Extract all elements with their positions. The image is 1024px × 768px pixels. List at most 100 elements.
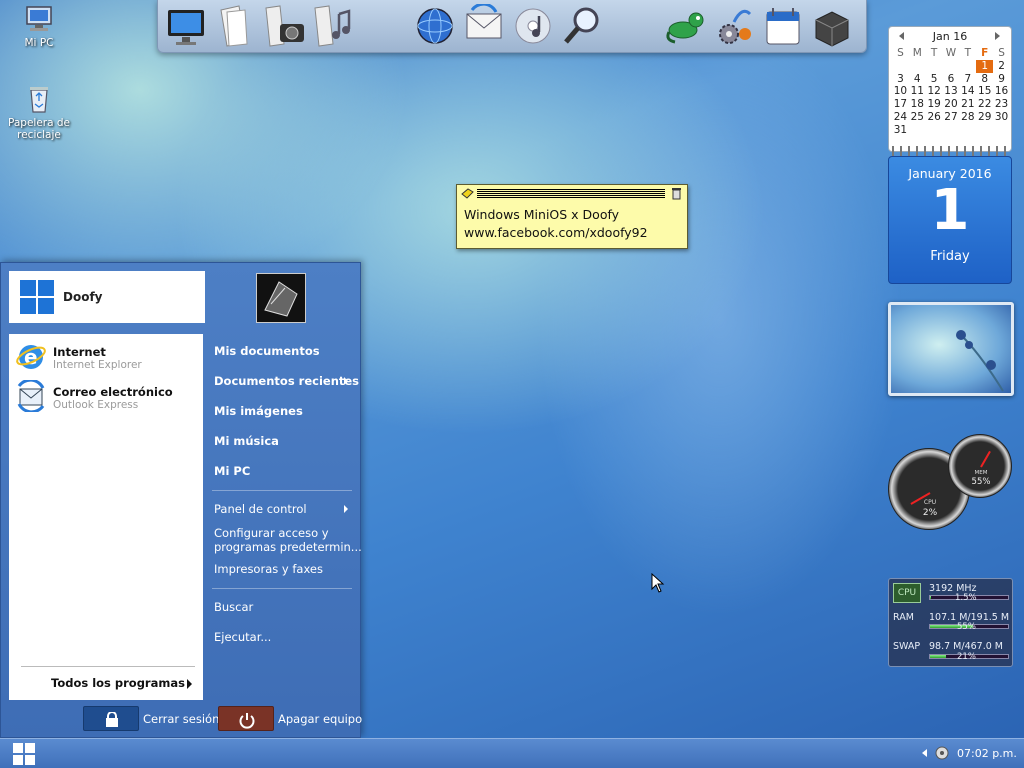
- calendar-day[interactable]: 2: [993, 60, 1010, 73]
- globe-icon[interactable]: [413, 4, 457, 48]
- calendar-day[interactable]: 4: [909, 73, 926, 86]
- calendar-day[interactable]: 5: [926, 73, 943, 86]
- pinned-item-email[interactable]: Correo electrónico Outlook Express: [9, 376, 203, 416]
- box-icon[interactable]: [810, 4, 854, 48]
- all-programs-label[interactable]: Todos los programas: [51, 676, 185, 690]
- chevron-right-icon[interactable]: [187, 679, 192, 689]
- calendar-day[interactable]: 31: [892, 124, 909, 137]
- camera-icon[interactable]: [262, 4, 306, 48]
- calendar-day-header: M: [912, 47, 922, 59]
- sticky-line: www.facebook.com/xdoofy92: [464, 225, 648, 240]
- calendar-day: [892, 60, 909, 73]
- menu-item-run[interactable]: Ejecutar...: [214, 630, 271, 644]
- calendar-day[interactable]: 17: [892, 98, 909, 111]
- calendar-day[interactable]: 10: [892, 85, 909, 98]
- settings-icon[interactable]: [712, 4, 756, 48]
- calendar-day[interactable]: 23: [993, 98, 1010, 111]
- calendar-day[interactable]: 12: [926, 85, 943, 98]
- calendar-day[interactable]: 25: [909, 111, 926, 124]
- cpu-percent: 1.5%: [955, 593, 977, 603]
- search-icon[interactable]: [560, 4, 604, 48]
- music-icon[interactable]: [311, 4, 355, 48]
- menu-item-my-pc[interactable]: Mi PC: [214, 464, 250, 478]
- start-button[interactable]: [12, 742, 36, 766]
- outlook-express-icon: [15, 378, 47, 414]
- calendar-day-header: T: [930, 47, 938, 59]
- calendar-day: [959, 124, 976, 137]
- windows-logo-icon: [19, 279, 55, 315]
- note-pin-icon[interactable]: [461, 188, 474, 199]
- cpu-chip-icon: CPU: [893, 583, 921, 603]
- calendar-day-header: S: [897, 47, 904, 59]
- calendar-day[interactable]: 27: [943, 111, 960, 124]
- monitor-icon[interactable]: [164, 4, 208, 48]
- ram-label: RAM: [893, 612, 914, 623]
- computer-icon: [24, 4, 54, 34]
- divider: [212, 490, 352, 491]
- calendar-day-header: T: [964, 47, 972, 59]
- menu-item-my-pictures[interactable]: Mis imágenes: [214, 404, 303, 418]
- sticky-note[interactable]: Windows MiniOS x Doofy www.facebook.com/…: [456, 184, 688, 249]
- calendar-day[interactable]: 3: [892, 73, 909, 86]
- logoff-button[interactable]: [83, 706, 139, 731]
- calendar-day[interactable]: 15: [976, 85, 993, 98]
- calendar-month: Jan 16: [932, 30, 968, 43]
- swap-bar-fill: [930, 655, 947, 658]
- swap-usage: 98.7 M/467.0 M: [929, 641, 1003, 652]
- recycle-bin-icon: [24, 84, 54, 114]
- calendar-day[interactable]: 29: [976, 111, 993, 124]
- sticky-title-bar[interactable]: [477, 189, 665, 199]
- shutdown-button[interactable]: [218, 706, 274, 731]
- menu-item-control-panel[interactable]: Panel de control: [214, 502, 307, 516]
- calendar-day[interactable]: 22: [976, 98, 993, 111]
- mail-icon[interactable]: [462, 2, 506, 48]
- calendar-day[interactable]: 19: [926, 98, 943, 111]
- photo-frame-widget[interactable]: [888, 302, 1014, 396]
- menu-item-default-programs-line2[interactable]: programas predetermin...: [214, 540, 362, 554]
- chevron-right-icon: [344, 505, 348, 513]
- calendar-icon[interactable]: [761, 4, 805, 48]
- big-date-weekday: Friday: [930, 249, 970, 264]
- menu-item-recent-documents[interactable]: Documentos recientes: [214, 374, 359, 388]
- calendar-day[interactable]: 24: [892, 111, 909, 124]
- menu-item-search[interactable]: Buscar: [214, 600, 253, 614]
- calendar-day[interactable]: 30: [993, 111, 1010, 124]
- menu-item-my-music[interactable]: Mi música: [214, 434, 279, 448]
- volume-icon[interactable]: [934, 745, 950, 761]
- calendar-day[interactable]: 28: [959, 111, 976, 124]
- calendar-day[interactable]: 20: [943, 98, 960, 111]
- menu-item-default-programs[interactable]: Configurar acceso y: [214, 526, 329, 540]
- calendar-day[interactable]: 21: [959, 98, 976, 111]
- logoff-label[interactable]: Cerrar sesión: [143, 712, 219, 726]
- calendar-day[interactable]: 14: [959, 85, 976, 98]
- pinned-item-title: Internet: [53, 345, 106, 359]
- calendar-day[interactable]: 9: [993, 73, 1010, 86]
- menu-item-my-documents[interactable]: Mis documentos: [214, 344, 320, 358]
- tray-expand-icon[interactable]: [922, 749, 927, 757]
- trash-icon[interactable]: [670, 187, 683, 200]
- pinned-item-internet[interactable]: e Internet Internet Explorer: [9, 336, 203, 376]
- calendar-day[interactable]: 13: [943, 85, 960, 98]
- calendar-day[interactable]: 11: [909, 85, 926, 98]
- calendar-day[interactable]: 26: [926, 111, 943, 124]
- desktop-icon-my-pc[interactable]: Mi PC: [4, 4, 74, 49]
- next-month-icon[interactable]: [995, 32, 1000, 40]
- flower-icon: [956, 330, 1004, 392]
- desktop-icon-recycle-bin[interactable]: Papelera de reciclaje: [4, 84, 74, 141]
- calendar-day[interactable]: 18: [909, 98, 926, 111]
- calendar-day[interactable]: 1: [976, 59, 994, 73]
- menu-item-printers[interactable]: Impresoras y faxes: [214, 562, 323, 576]
- cpu-bar-fill: [930, 596, 932, 599]
- calendar-day[interactable]: 7: [959, 73, 976, 86]
- shutdown-label[interactable]: Apagar equipo: [278, 712, 362, 726]
- media-icon[interactable]: [511, 4, 555, 48]
- calendar-day: [926, 60, 943, 73]
- gecko-icon[interactable]: [663, 4, 707, 48]
- avatar[interactable]: [256, 273, 306, 323]
- documents-icon[interactable]: [213, 4, 257, 48]
- calendar-day: [976, 124, 993, 137]
- calendar-day[interactable]: 8: [976, 73, 993, 86]
- clock[interactable]: 07:02 p.m.: [957, 747, 1017, 760]
- calendar-day[interactable]: 6: [943, 73, 960, 86]
- calendar-day[interactable]: 16: [993, 85, 1010, 98]
